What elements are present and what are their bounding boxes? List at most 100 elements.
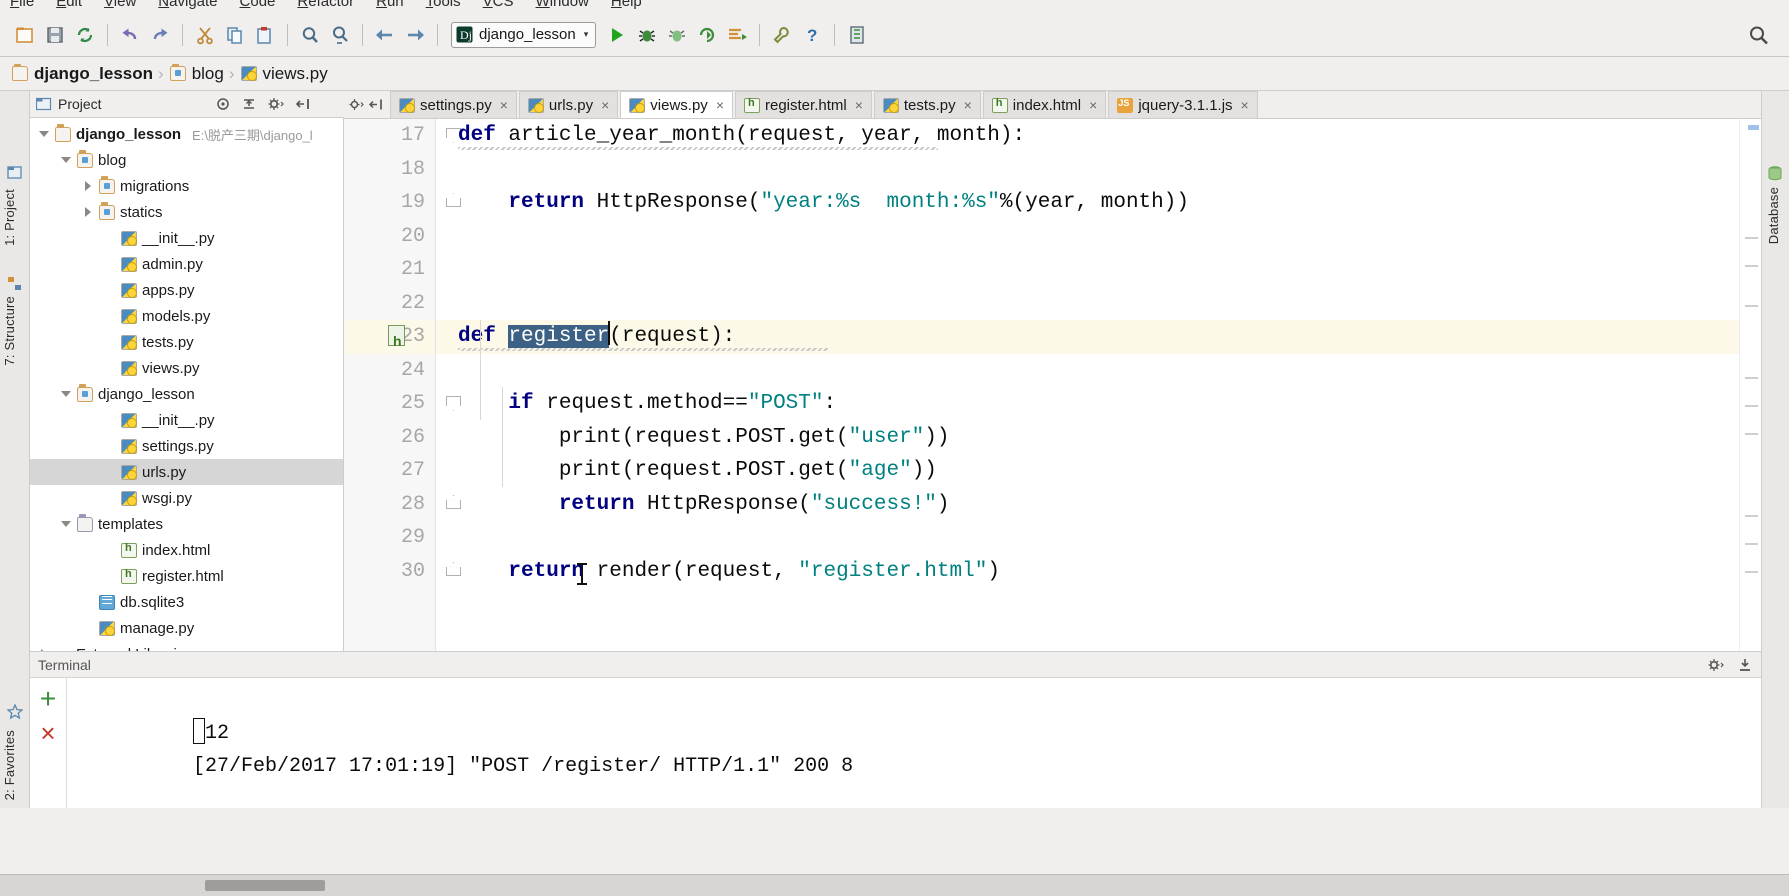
run-configuration-selector[interactable]: Dj django_lesson ▾ bbox=[451, 21, 597, 48]
gear-icon[interactable] bbox=[1707, 657, 1725, 673]
tree-item-tests-py[interactable]: tests.py bbox=[30, 329, 343, 355]
redo-icon[interactable] bbox=[145, 20, 175, 50]
sync-icon[interactable] bbox=[70, 20, 100, 50]
editor-tab-register-html[interactable]: register.html × bbox=[735, 91, 872, 118]
project-tree[interactable]: django_lesson E:\脱产三期\django_l blog migrati… bbox=[30, 118, 343, 651]
code-line[interactable]: if request.method=="POST": bbox=[436, 387, 1761, 421]
editor-marker-strip[interactable] bbox=[1739, 119, 1761, 651]
code-line[interactable] bbox=[436, 521, 1761, 555]
code-line[interactable]: def register(request): bbox=[436, 320, 1761, 354]
chevron-right-icon[interactable] bbox=[82, 180, 94, 192]
help-icon[interactable]: ? bbox=[797, 20, 827, 50]
close-icon[interactable]: × bbox=[855, 97, 863, 113]
tree-item-db-sqlite3[interactable]: db.sqlite3 bbox=[30, 589, 343, 615]
sidebar-tab-structure[interactable]: 7: Structure bbox=[2, 296, 17, 366]
code-line[interactable]: return HttpResponse("year:%s month:%s"%(… bbox=[436, 186, 1761, 220]
menu-item-view[interactable]: View bbox=[104, 0, 136, 10]
tree-item-models-py[interactable]: models.py bbox=[30, 303, 343, 329]
menu-item-edit[interactable]: Edit bbox=[56, 0, 82, 10]
undo-icon[interactable] bbox=[115, 20, 145, 50]
settings-wrench-icon[interactable] bbox=[767, 20, 797, 50]
editor-tab-urls-py[interactable]: urls.py × bbox=[518, 91, 619, 118]
project-structure-icon[interactable] bbox=[842, 20, 872, 50]
code-line[interactable] bbox=[436, 253, 1761, 287]
sidebar-tab-favorites[interactable]: 2: Favorites bbox=[2, 730, 17, 800]
run-with-console-icon[interactable] bbox=[722, 20, 752, 50]
menu-item-run[interactable]: Run bbox=[376, 0, 404, 10]
project-tool-icon[interactable] bbox=[7, 165, 23, 181]
hide-icon[interactable] bbox=[295, 96, 311, 112]
menu-item-vcs[interactable]: VCS bbox=[483, 0, 514, 10]
terminal-body[interactable]: + × 12 [27/Feb/2017 17:01:19] "POST /reg… bbox=[30, 678, 1761, 808]
editor-tab-tests-py[interactable]: tests.py × bbox=[873, 91, 981, 118]
code-line[interactable] bbox=[436, 287, 1761, 321]
tree-item-django-lesson[interactable]: django_lesson bbox=[30, 381, 343, 407]
open-folder-icon[interactable] bbox=[10, 20, 40, 50]
code-line[interactable]: return HttpResponse("success!") bbox=[436, 488, 1761, 522]
tree-item-migrations[interactable]: migrations bbox=[30, 173, 343, 199]
find-icon[interactable] bbox=[295, 20, 325, 50]
code-line[interactable] bbox=[436, 153, 1761, 187]
tree-item---init---py[interactable]: __init__.py bbox=[30, 225, 343, 251]
close-session-button[interactable]: × bbox=[40, 720, 55, 746]
gear-icon[interactable] bbox=[348, 97, 365, 112]
tree-item-urls-py[interactable]: urls.py bbox=[30, 459, 343, 485]
html-template-icon[interactable] bbox=[388, 325, 405, 359]
copy-icon[interactable] bbox=[220, 20, 250, 50]
paste-icon[interactable] bbox=[250, 20, 280, 50]
tree-item-apps-py[interactable]: apps.py bbox=[30, 277, 343, 303]
menu-item-help[interactable]: Help bbox=[611, 0, 642, 10]
editor-tab-jquery-3-1-1-js[interactable]: jquery-3.1.1.js × bbox=[1108, 91, 1258, 118]
tree-item-index-html[interactable]: index.html bbox=[30, 537, 343, 563]
breadcrumb-item-blog[interactable]: blog bbox=[169, 64, 229, 84]
code-line[interactable]: def article_year_month(request, year, mo… bbox=[436, 119, 1761, 153]
editor-gutter[interactable]: 17 18 19 20 21 22 2324 25 26 27 28 29 30 bbox=[344, 119, 461, 651]
chevron-down-icon[interactable] bbox=[60, 154, 72, 166]
tree-item-statics[interactable]: statics bbox=[30, 199, 343, 225]
search-everywhere-icon[interactable] bbox=[1743, 20, 1773, 50]
terminal-output[interactable]: 12 [27/Feb/2017 17:01:19] "POST /registe… bbox=[66, 678, 1761, 808]
tree-item-templates[interactable]: templates bbox=[30, 511, 343, 537]
run-icon[interactable] bbox=[602, 20, 632, 50]
sidebar-tab-project[interactable]: 1: Project bbox=[2, 189, 17, 246]
menu-item-window[interactable]: Window bbox=[536, 0, 589, 10]
tree-item-manage-py[interactable]: manage.py bbox=[30, 615, 343, 641]
menu-item-code[interactable]: Code bbox=[240, 0, 276, 10]
tree-item-blog[interactable]: blog bbox=[30, 147, 343, 173]
menu-item-file[interactable]: File bbox=[10, 0, 34, 10]
favorites-star-icon[interactable] bbox=[7, 704, 23, 720]
editor-tab-settings-py[interactable]: settings.py × bbox=[390, 91, 517, 118]
chevron-down-icon[interactable] bbox=[60, 388, 72, 400]
tree-item-settings-py[interactable]: settings.py bbox=[30, 433, 343, 459]
tree-item-external-libraries[interactable]: External Libraries bbox=[30, 641, 343, 651]
chevron-right-icon[interactable] bbox=[82, 206, 94, 218]
tree-item-admin-py[interactable]: admin.py bbox=[30, 251, 343, 277]
code-line[interactable]: print(request.POST.get("user")) bbox=[436, 421, 1761, 455]
hide-icon[interactable] bbox=[1737, 657, 1753, 673]
breadcrumb-item-django-lesson[interactable]: django_lesson bbox=[12, 64, 158, 84]
structure-tool-icon[interactable] bbox=[7, 276, 23, 292]
chevron-down-icon[interactable] bbox=[60, 518, 72, 530]
editor-tab-views-py[interactable]: views.py × bbox=[620, 91, 733, 118]
close-icon[interactable]: × bbox=[716, 97, 724, 113]
code-line[interactable] bbox=[436, 220, 1761, 254]
chevron-down-icon[interactable] bbox=[38, 128, 50, 140]
tree-item-views-py[interactable]: views.py bbox=[30, 355, 343, 381]
breadcrumb-item-views-py[interactable]: views.py bbox=[240, 64, 333, 84]
back-icon[interactable] bbox=[370, 20, 400, 50]
sidebar-tab-database[interactable]: Database bbox=[1766, 187, 1781, 244]
replace-icon[interactable] bbox=[325, 20, 355, 50]
code-line[interactable] bbox=[436, 354, 1761, 388]
code-line[interactable]: return render(request, "register.html") bbox=[436, 555, 1761, 589]
gear-icon[interactable] bbox=[267, 96, 285, 112]
code-line[interactable]: print(request.POST.get("age")) bbox=[436, 454, 1761, 488]
menu-item-refactor[interactable]: Refactor bbox=[297, 0, 354, 10]
tree-item-django-lesson[interactable]: django_lesson E:\脱产三期\django_l bbox=[30, 121, 343, 147]
code-text[interactable]: def article_year_month(request, year, mo… bbox=[436, 119, 1761, 651]
debug-icon[interactable] bbox=[632, 20, 662, 50]
tree-item---init---py[interactable]: __init__.py bbox=[30, 407, 343, 433]
new-session-button[interactable]: + bbox=[40, 685, 56, 713]
cut-icon[interactable] bbox=[190, 20, 220, 50]
hide-icon[interactable] bbox=[368, 97, 384, 112]
menu-item-navigate[interactable]: Navigate bbox=[158, 0, 217, 10]
